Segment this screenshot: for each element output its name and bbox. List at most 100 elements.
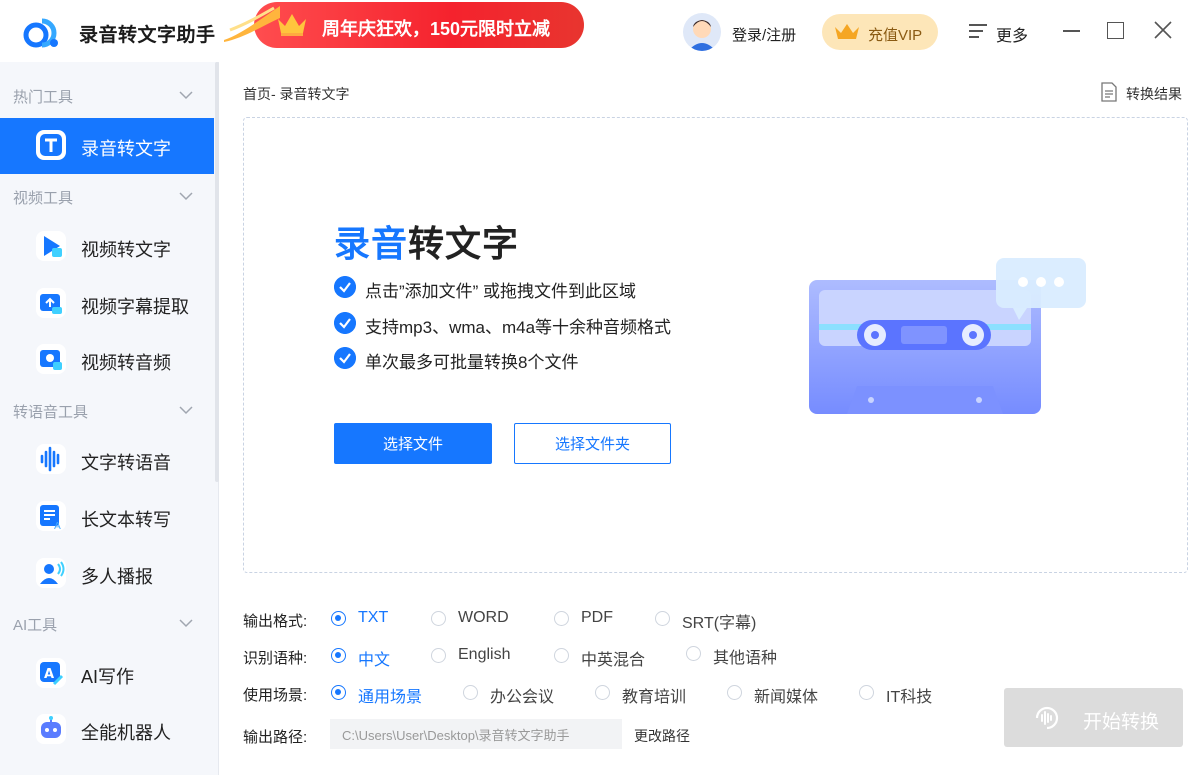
sidebar-item-video-to-text[interactable]: 视频转文字 bbox=[0, 219, 214, 275]
radio-dot[interactable] bbox=[431, 648, 446, 663]
robot-icon bbox=[36, 714, 66, 744]
sidebar-item-audio-to-text[interactable]: 录音转文字 bbox=[0, 118, 214, 174]
subtitle-extract-icon bbox=[36, 288, 66, 318]
radio-label[interactable]: 中文 bbox=[358, 646, 390, 670]
scene-label: 使用场景: bbox=[243, 687, 308, 704]
sidebar-item-text-to-speech[interactable]: 文字转语音 bbox=[0, 432, 214, 488]
radio-label[interactable]: 其他语种 bbox=[713, 644, 777, 668]
login-link[interactable]: 登录/注册 bbox=[732, 24, 796, 45]
check-circle-icon bbox=[334, 312, 356, 334]
radio-label[interactable]: TXT bbox=[358, 609, 388, 627]
radio-dot[interactable] bbox=[859, 685, 874, 700]
waveform-icon bbox=[36, 444, 66, 474]
sidebar-item-ai-write[interactable]: A AI写作 bbox=[0, 646, 214, 702]
output-path-field[interactable] bbox=[330, 719, 622, 749]
radio-dot[interactable] bbox=[431, 611, 446, 626]
crown-icon bbox=[278, 14, 306, 36]
promo-text[interactable]: 周年庆狂欢，150元限时立减 bbox=[322, 15, 550, 41]
sidebar-item-long-text[interactable]: A 长文本转写 bbox=[0, 489, 214, 545]
radio-dot[interactable] bbox=[686, 646, 701, 661]
radio-label[interactable]: PDF bbox=[581, 609, 613, 627]
hero-title: 录音转文字 bbox=[334, 215, 519, 267]
sidebar-item-label: 视频转音频 bbox=[81, 353, 171, 373]
sidebar-item-label: 录音转文字 bbox=[81, 139, 171, 159]
radio-label[interactable]: SRT(字幕) bbox=[682, 609, 756, 633]
radio-label[interactable]: WORD bbox=[458, 609, 509, 627]
radio-label[interactable]: IT科技 bbox=[886, 683, 932, 707]
cassette-illustration bbox=[809, 258, 1086, 414]
multi-speaker-icon bbox=[36, 558, 66, 588]
hero-title-rest: 转文字 bbox=[408, 223, 520, 264]
chevron-down-icon[interactable] bbox=[179, 192, 193, 201]
radio-label[interactable]: 办公会议 bbox=[490, 683, 554, 707]
radio-dot[interactable] bbox=[554, 648, 569, 663]
sidebar-item-label: 多人播报 bbox=[81, 567, 153, 587]
video-text-icon bbox=[36, 231, 66, 261]
group-title-hot[interactable]: 热门工具 bbox=[13, 86, 73, 107]
document-icon bbox=[1101, 82, 1117, 102]
video-audio-icon bbox=[36, 344, 66, 374]
breadcrumb[interactable]: 首页- 录音转文字 bbox=[243, 84, 350, 104]
radio-dot[interactable] bbox=[655, 611, 670, 626]
hero-title-highlight: 录音 bbox=[334, 223, 409, 264]
check-circle-icon bbox=[334, 276, 356, 298]
sidebar-scrollbar[interactable] bbox=[215, 62, 219, 482]
title-bar: 录音转文字助手 周年庆狂欢，150元限时立减 登录/注册 充值VIP 更多 bbox=[0, 0, 1200, 62]
radio-dot[interactable] bbox=[463, 685, 478, 700]
feature-text: 支持mp3、wma、m4a等十余种音频格式 bbox=[365, 318, 672, 337]
chevron-down-icon[interactable] bbox=[179, 619, 193, 628]
change-path-link[interactable]: 更改路径 bbox=[634, 726, 690, 746]
sidebar-item-label: 视频转文字 bbox=[81, 240, 171, 260]
sidebar-item-video-to-audio[interactable]: 视频转音频 bbox=[0, 332, 214, 388]
check-circle-icon bbox=[334, 347, 356, 369]
radio-label[interactable]: English bbox=[458, 646, 510, 664]
chevron-down-icon[interactable] bbox=[179, 406, 193, 415]
sidebar-item-label: AI写作 bbox=[81, 667, 135, 687]
radio-dot[interactable] bbox=[331, 611, 346, 626]
maximize-icon[interactable] bbox=[1107, 22, 1124, 39]
sidebar-item-subtitle-extract[interactable]: 视频字幕提取 bbox=[0, 276, 214, 332]
radio-label[interactable]: 中英混合 bbox=[581, 646, 645, 670]
swoosh-icon bbox=[224, 6, 280, 42]
avatar[interactable] bbox=[683, 13, 721, 51]
ai-write-icon: A bbox=[36, 658, 66, 688]
feature-text: 点击”添加文件” 或拖拽文件到此区域 bbox=[365, 282, 637, 301]
sidebar-item-label: 全能机器人 bbox=[81, 723, 171, 743]
sidebar-item-label: 视频字幕提取 bbox=[81, 297, 189, 317]
output-path-label: 输出路径: bbox=[243, 729, 308, 746]
language-label: 识别语种: bbox=[243, 650, 308, 667]
result-label: 转换结果 bbox=[1126, 86, 1182, 102]
svg-text:A: A bbox=[44, 667, 54, 682]
start-convert-label[interactable]: 开始转换 bbox=[1083, 707, 1159, 734]
radio-dot[interactable] bbox=[595, 685, 610, 700]
vip-label[interactable]: 充值VIP bbox=[868, 24, 922, 45]
svg-text:A: A bbox=[54, 521, 61, 531]
text-t-icon bbox=[36, 130, 66, 160]
radio-dot[interactable] bbox=[331, 685, 346, 700]
radio-label[interactable]: 教育培训 bbox=[622, 683, 686, 707]
more-menu[interactable]: 更多 bbox=[996, 22, 1028, 46]
minimize-icon[interactable] bbox=[1063, 30, 1080, 32]
menu-icon[interactable] bbox=[969, 23, 987, 39]
radio-label[interactable]: 新闻媒体 bbox=[754, 683, 818, 707]
audio-wave-circle-icon bbox=[1035, 706, 1059, 730]
group-title-tts[interactable]: 转语音工具 bbox=[13, 401, 88, 422]
sidebar-item-multi-speaker[interactable]: 多人播报 bbox=[0, 546, 214, 602]
close-icon[interactable] bbox=[1154, 21, 1172, 39]
radio-dot[interactable] bbox=[331, 648, 346, 663]
group-title-ai[interactable]: AI工具 bbox=[13, 614, 57, 635]
feature-text: 单次最多可批量转换8个文件 bbox=[365, 353, 579, 372]
select-file-button[interactable]: 选择文件 bbox=[334, 423, 492, 464]
radio-dot[interactable] bbox=[727, 685, 742, 700]
long-text-icon: A bbox=[36, 501, 66, 532]
radio-dot[interactable] bbox=[554, 611, 569, 626]
group-title-video[interactable]: 视频工具 bbox=[13, 187, 73, 208]
radio-label[interactable]: 通用场景 bbox=[358, 683, 422, 707]
sidebar-item-label: 文字转语音 bbox=[81, 453, 171, 473]
output-format-label: 输出格式: bbox=[243, 613, 308, 630]
sidebar-item-robot[interactable]: 全能机器人 bbox=[0, 702, 214, 758]
chevron-down-icon[interactable] bbox=[179, 91, 193, 100]
select-folder-button[interactable]: 选择文件夹 bbox=[514, 423, 671, 464]
app-title: 录音转文字助手 bbox=[79, 25, 216, 46]
vip-crown-icon bbox=[835, 24, 859, 39]
